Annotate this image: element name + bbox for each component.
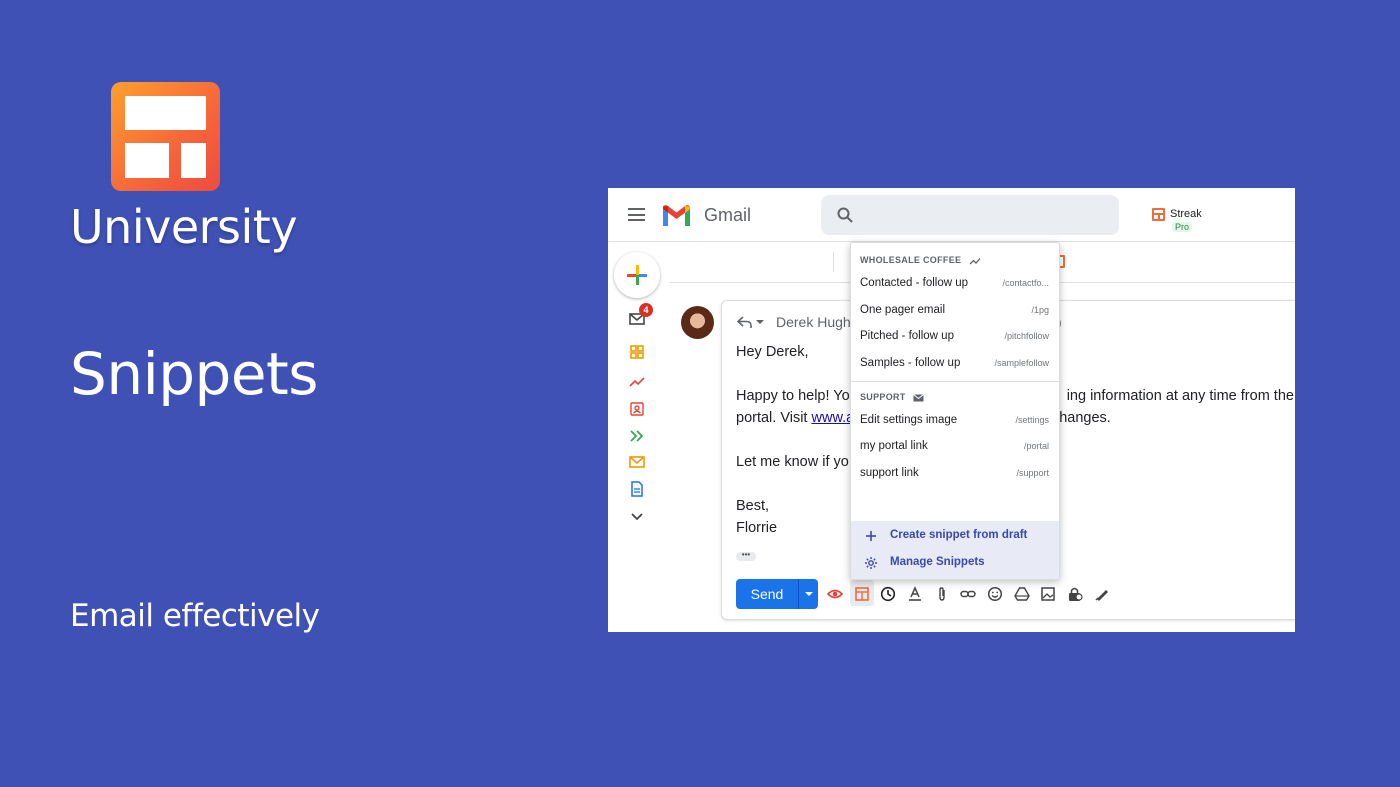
mail-icon bbox=[913, 393, 925, 402]
signature-pen-icon[interactable] bbox=[1094, 586, 1110, 602]
streak-name: Streak bbox=[1170, 208, 1202, 220]
logo-panel-bottom-left bbox=[125, 143, 169, 178]
gmail-screenshot: Gmail Streak Pro 4 Derek Hugh Hey Derek,… bbox=[608, 188, 1295, 632]
plus-icon bbox=[866, 531, 876, 541]
search-icon[interactable] bbox=[837, 207, 853, 223]
gear-icon bbox=[865, 557, 877, 569]
trending-icon bbox=[969, 257, 981, 265]
emoji-icon[interactable] bbox=[987, 586, 1003, 602]
logo-panel-top bbox=[125, 96, 206, 130]
email-signoff: Best, bbox=[736, 498, 770, 514]
mail-merge-icon[interactable] bbox=[629, 454, 645, 470]
send-button[interactable]: Send bbox=[736, 579, 798, 609]
gmail-logo-icon bbox=[663, 205, 690, 226]
streak-icon bbox=[1152, 208, 1165, 221]
email-line-1-start: Happy to help! Yo bbox=[736, 388, 850, 404]
snippets-menu: WHOLESALE COFFEE Contacted - follow up /… bbox=[850, 242, 1060, 580]
reply-icon[interactable] bbox=[737, 315, 753, 329]
search-bar[interactable] bbox=[821, 195, 1119, 235]
unread-badge: 4 bbox=[639, 303, 653, 317]
group-title-wholesale: WHOLESALE COFFEE bbox=[860, 255, 962, 265]
recipient-chip[interactable]: Derek Hugh bbox=[776, 314, 851, 330]
headline: Snippets bbox=[70, 340, 318, 408]
trending-icon[interactable] bbox=[629, 374, 645, 390]
sender-avatar bbox=[681, 306, 714, 339]
clock-schedule-icon[interactable] bbox=[880, 586, 896, 602]
streak-university-logo bbox=[111, 82, 220, 191]
tagline: Email effectively bbox=[70, 598, 320, 634]
email-line-2-start: portal. Visit bbox=[736, 410, 812, 426]
snippet-item[interactable]: Contacted - follow up /contactfo... bbox=[851, 271, 1059, 297]
snippet-item[interactable]: support link /support bbox=[851, 461, 1059, 487]
menu-icon[interactable] bbox=[628, 208, 645, 221]
link-icon[interactable] bbox=[960, 586, 976, 602]
snippets-menu-footer: Create snippet from draft Manage Snippet… bbox=[851, 521, 1059, 579]
snippet-item[interactable]: Edit settings image /settings bbox=[851, 408, 1059, 434]
sequence-icon[interactable] bbox=[629, 428, 645, 444]
document-icon[interactable] bbox=[629, 481, 645, 497]
tab-separator bbox=[833, 252, 834, 272]
reply-type-caret[interactable] bbox=[756, 320, 764, 324]
snippets-icon[interactable] bbox=[854, 586, 870, 602]
manage-snippets-button[interactable]: Manage Snippets bbox=[851, 550, 1059, 576]
menu-divider bbox=[851, 381, 1059, 382]
contacts-icon[interactable] bbox=[629, 401, 645, 417]
send-options-caret[interactable] bbox=[805, 592, 813, 596]
email-signature: Florrie bbox=[736, 520, 778, 536]
compose-button[interactable] bbox=[614, 252, 660, 298]
text-format-icon[interactable] bbox=[907, 586, 923, 602]
create-snippet-button[interactable]: Create snippet from draft bbox=[851, 523, 1059, 549]
drive-icon[interactable] bbox=[1014, 586, 1030, 602]
email-line-3: Let me know if yo bbox=[736, 454, 849, 470]
snippet-item[interactable]: Samples - follow up /samplefollow bbox=[851, 351, 1059, 377]
snippet-group-wholesale-coffee: WHOLESALE COFFEE bbox=[860, 255, 981, 265]
gmail-topbar: Gmail Streak Pro bbox=[608, 188, 1295, 242]
photo-icon[interactable] bbox=[1040, 586, 1056, 602]
chevron-down-icon[interactable] bbox=[629, 508, 645, 524]
group-title-support: SUPPORT bbox=[860, 392, 906, 402]
show-trimmed-content-button[interactable]: ••• bbox=[736, 551, 756, 561]
logo-panel-bottom-right bbox=[181, 143, 206, 178]
email-portal-link[interactable]: www.a bbox=[812, 410, 855, 426]
email-line-2-end: hanges. bbox=[1059, 410, 1111, 426]
email-line-1-end: ing information at any time from the bbox=[1066, 388, 1294, 404]
snippet-group-support: SUPPORT bbox=[860, 392, 925, 402]
send-button-group: Send bbox=[736, 579, 818, 609]
gmail-wordmark: Gmail bbox=[704, 205, 752, 225]
confidential-mode-icon[interactable] bbox=[1067, 586, 1083, 602]
brand-title: University bbox=[70, 200, 298, 254]
pipelines-grid-icon[interactable] bbox=[629, 344, 645, 360]
snippet-item[interactable]: One pager email /1pg bbox=[851, 298, 1059, 324]
attachment-icon[interactable] bbox=[934, 586, 950, 602]
streak-plan-badge: Pro bbox=[1172, 222, 1193, 232]
eye-tracking-icon[interactable] bbox=[827, 586, 843, 602]
snippet-item[interactable]: Pitched - follow up /pitchfollow bbox=[851, 324, 1059, 350]
streak-badge[interactable]: Streak Pro bbox=[1152, 207, 1232, 237]
email-greeting: Hey Derek, bbox=[736, 344, 809, 360]
snippet-item[interactable]: my portal link /portal bbox=[851, 434, 1059, 460]
